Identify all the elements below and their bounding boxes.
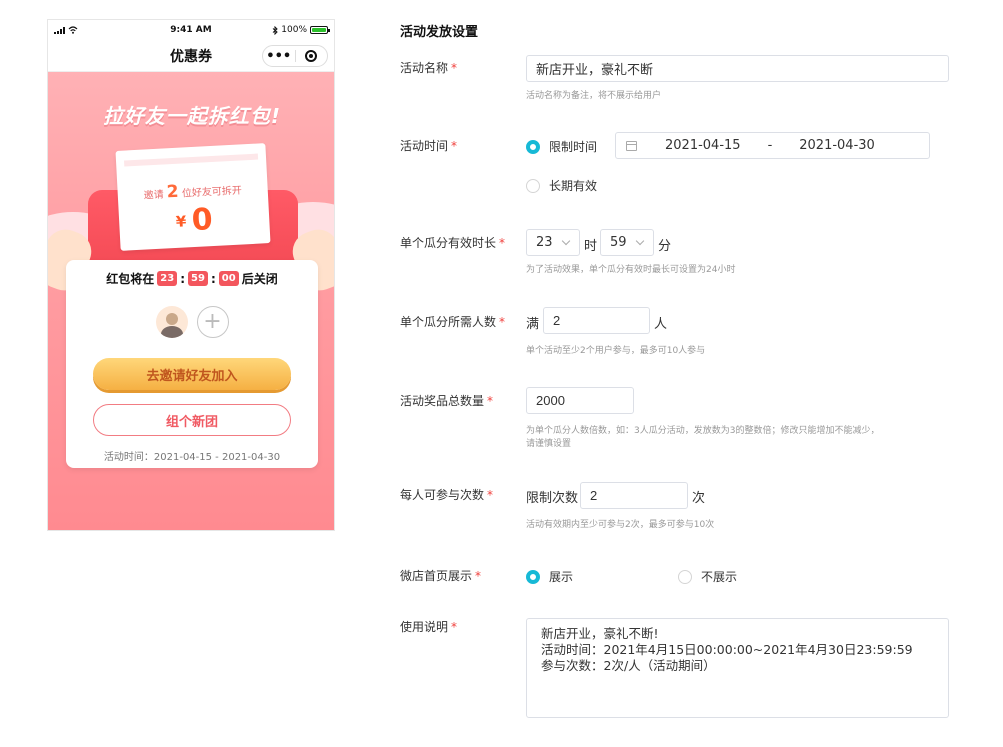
calendar-icon bbox=[626, 140, 637, 151]
phone-preview: 9:41 AM 100% 优惠券 ••• 拉好友一起拆红包! 邀请 2 位好友可… bbox=[47, 19, 335, 531]
end-date: 2021-04-30 bbox=[799, 138, 875, 153]
coupon-amount: 0 bbox=[190, 202, 214, 239]
countdown: 红包将在 23 : 59 : 00 后关闭 bbox=[106, 271, 278, 286]
countdown-seconds: 00 bbox=[218, 271, 239, 286]
countdown-minutes: 59 bbox=[188, 271, 208, 286]
usage-textarea[interactable]: 新店开业，豪礼不断! 活动时间：2021年4月15日00:00:00~2021年… bbox=[526, 618, 949, 718]
activity-time-label: 活动时间 * bbox=[400, 139, 458, 153]
coupon-paper: 邀请 2 位好友可拆开 ¥ 0 bbox=[115, 143, 271, 251]
activity-name-input[interactable] bbox=[526, 55, 949, 82]
nav-title: 优惠券 bbox=[170, 48, 212, 65]
activity-name-hint: 活动名称为备注，将不展示给用户 bbox=[526, 91, 662, 101]
total-input[interactable] bbox=[526, 387, 634, 414]
people-label: 单个瓜分所需人数 * bbox=[400, 315, 506, 329]
required-mark: * bbox=[487, 488, 494, 502]
battery-percent: 100% bbox=[281, 25, 307, 35]
people-hint: 单个活动至少2个用户参与，最多可10人参与 bbox=[526, 346, 706, 356]
required-mark: * bbox=[499, 236, 506, 250]
chevron-down-icon bbox=[635, 236, 645, 246]
group-card: 红包将在 23 : 59 : 00 后关闭 + 去邀请好友加入 组个新团 活动时… bbox=[66, 260, 318, 468]
section-title: 活动发放设置 bbox=[400, 25, 479, 40]
duration-hint: 为了活动效果，单个瓜分有效时最长可设置为24小时 bbox=[526, 265, 736, 275]
signal-icon bbox=[54, 26, 65, 34]
radio-checked-icon bbox=[526, 569, 540, 584]
usage-label: 使用说明 * bbox=[400, 620, 458, 634]
total-label: 活动奖品总数量 * bbox=[400, 394, 494, 408]
chevron-down-icon bbox=[561, 236, 571, 246]
currency-symbol: ¥ bbox=[175, 212, 187, 231]
start-date: 2021-04-15 bbox=[665, 138, 741, 153]
required-mark: * bbox=[451, 620, 458, 634]
battery-level bbox=[312, 28, 326, 32]
radio-unchecked-icon bbox=[678, 569, 692, 584]
radio-limited-time[interactable]: 限制时间 bbox=[526, 138, 597, 155]
times-hint: 活动有效期内至少可参与2次，最多可参与10次 bbox=[526, 520, 715, 530]
countdown-prefix: 红包将在 bbox=[106, 272, 155, 286]
times-input[interactable] bbox=[580, 482, 688, 509]
required-mark: * bbox=[499, 315, 506, 329]
display-label: 微店首页展示 * bbox=[400, 569, 482, 583]
battery-icon bbox=[310, 26, 330, 34]
activity-name-label: 活动名称 * bbox=[400, 61, 458, 75]
bluetooth-icon bbox=[272, 25, 278, 35]
activity-period-text: 活动时间：2021-04-15 - 2021-04-30 bbox=[103, 452, 281, 463]
countdown-suffix: 后关闭 bbox=[241, 272, 278, 286]
invite-count: 2 bbox=[166, 181, 180, 203]
close-mini-program-button[interactable] bbox=[296, 46, 328, 66]
nav-bar: 优惠券 ••• bbox=[48, 40, 334, 72]
required-mark: * bbox=[487, 394, 494, 408]
radio-show[interactable]: 展示 bbox=[526, 568, 573, 585]
radio-long-term[interactable]: 长期有效 bbox=[526, 177, 597, 194]
countdown-hours: 23 bbox=[157, 271, 178, 286]
times-label: 每人可参与次数 * bbox=[400, 488, 494, 502]
invite-suffix: 位好友可拆开 bbox=[181, 185, 243, 200]
invite-friends-button[interactable]: 去邀请好友加入 bbox=[93, 358, 291, 390]
date-range-picker[interactable]: 2021-04-15 - 2021-04-30 bbox=[615, 132, 930, 159]
promo-headline: 拉好友一起拆红包! bbox=[102, 104, 282, 128]
minutes-select[interactable]: 59 bbox=[600, 229, 654, 256]
status-bar: 9:41 AM 100% bbox=[48, 20, 334, 40]
invite-prefix: 邀请 bbox=[143, 189, 165, 202]
radio-unchecked-icon bbox=[526, 178, 540, 193]
people-input[interactable] bbox=[543, 307, 650, 334]
radio-checked-icon bbox=[526, 139, 540, 154]
add-member-slot[interactable]: + bbox=[196, 306, 229, 338]
new-group-button[interactable]: 组个新团 bbox=[93, 404, 291, 436]
wifi-icon bbox=[68, 26, 78, 34]
hours-select[interactable]: 23 bbox=[526, 229, 580, 256]
required-mark: * bbox=[451, 61, 458, 75]
mini-program-capsule: ••• bbox=[262, 45, 328, 67]
promo-banner: 拉好友一起拆红包! 邀请 2 位好友可拆开 ¥ 0 红包将在 23 : 59 : bbox=[48, 72, 334, 530]
required-mark: * bbox=[475, 569, 482, 583]
total-hint: 为单个瓜分人数倍数，如：3人瓜分活动，发放数为3的整数倍；修改只能增加不能减少，… bbox=[526, 426, 880, 449]
target-icon bbox=[305, 50, 318, 62]
radio-hide[interactable]: 不展示 bbox=[678, 568, 737, 585]
required-mark: * bbox=[451, 139, 458, 153]
more-menu-icon[interactable]: ••• bbox=[263, 46, 295, 66]
duration-label: 单个瓜分有效时长 * bbox=[400, 236, 506, 250]
avatar bbox=[155, 306, 188, 338]
member-avatars: + bbox=[66, 306, 318, 338]
